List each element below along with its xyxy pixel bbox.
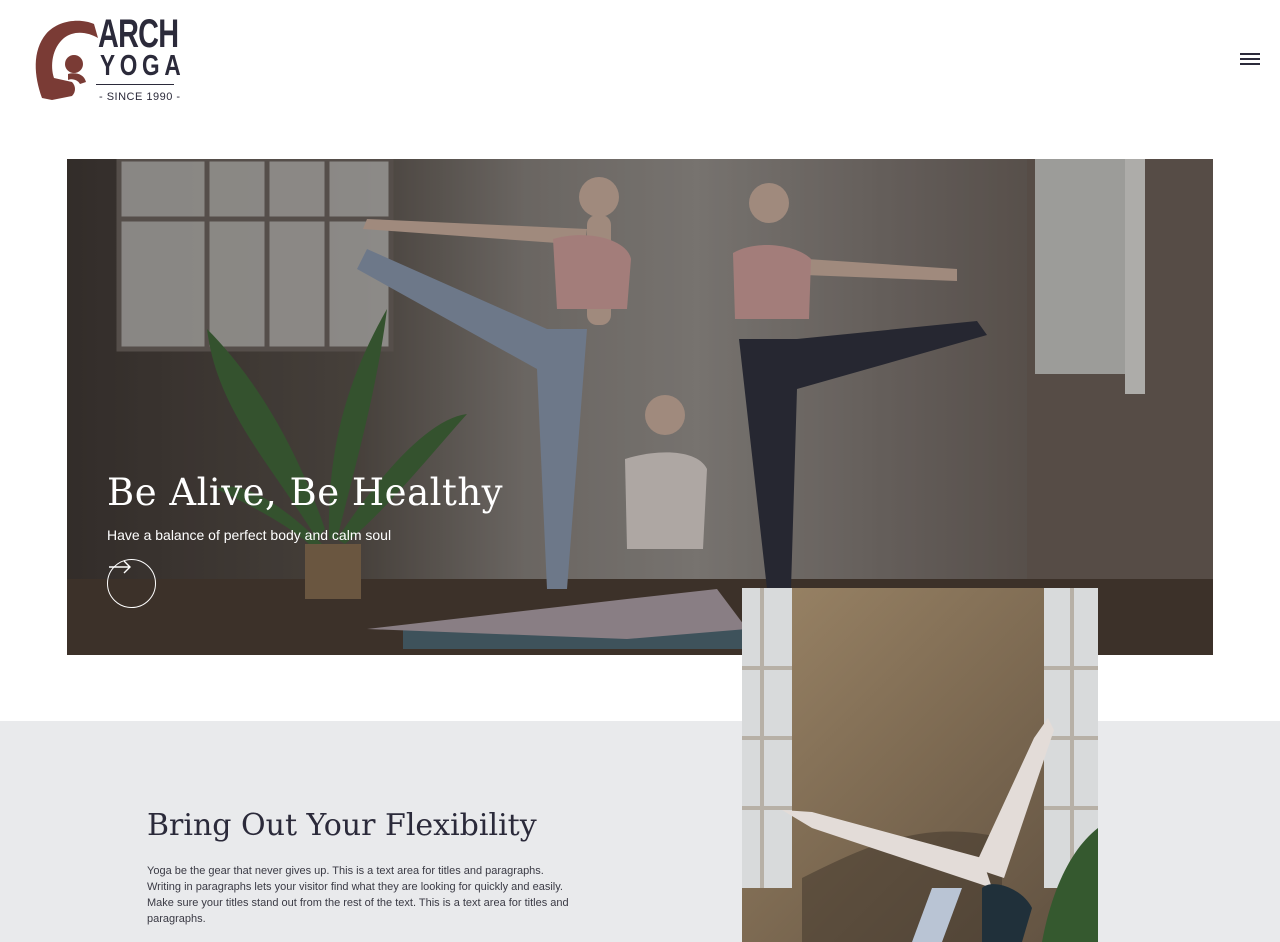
page: ARCH YOGA - SINCE 1990 - Be Alive, Be He… bbox=[0, 0, 1280, 942]
hero-banner: Be Alive, Be Healthy Have a balance of p… bbox=[67, 159, 1213, 655]
hero-cta-button[interactable] bbox=[107, 559, 156, 608]
site-logo[interactable]: ARCH YOGA - SINCE 1990 - bbox=[32, 14, 182, 109]
logo-divider bbox=[96, 84, 174, 85]
yoga-pose-image bbox=[742, 588, 1098, 942]
menu-line bbox=[1240, 58, 1260, 60]
logo-arch-text: ARCH bbox=[98, 12, 179, 56]
hero-subtitle: Have a balance of perfect body and calm … bbox=[107, 527, 392, 543]
hero-title: Be Alive, Be Healthy bbox=[107, 471, 504, 514]
arrow-right-icon bbox=[109, 560, 131, 574]
menu-line bbox=[1240, 53, 1260, 55]
menu-line bbox=[1240, 63, 1260, 65]
hamburger-menu-icon[interactable] bbox=[1238, 50, 1262, 68]
hero-overlay bbox=[67, 159, 1213, 655]
yoga-pose-logo-icon bbox=[35, 20, 98, 100]
section-title: Bring Out Your Flexibility bbox=[147, 808, 537, 843]
logo-yoga-text: YOGA bbox=[100, 50, 186, 82]
section-paragraph: Yoga be the gear that never gives up. Th… bbox=[147, 865, 569, 925]
logo-tagline: - SINCE 1990 - bbox=[99, 91, 181, 103]
yoga-pose-photo bbox=[742, 588, 1098, 942]
